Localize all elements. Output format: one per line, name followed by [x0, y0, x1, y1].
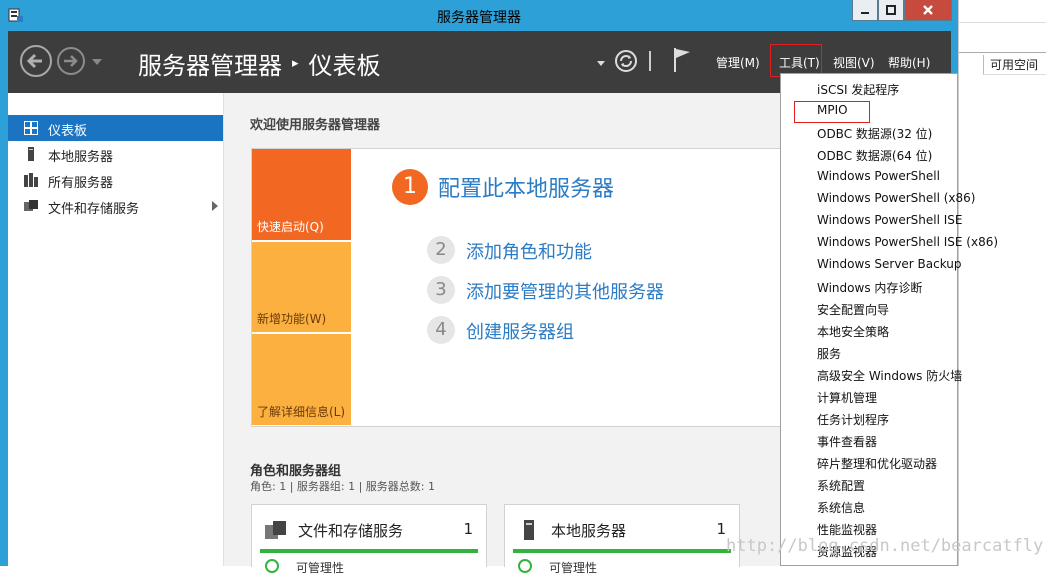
notification-dropdown-icon[interactable]	[597, 61, 605, 66]
menu-item-event-viewer[interactable]: 事件查看器	[817, 433, 877, 450]
menu-view[interactable]: 视图(V)	[833, 54, 875, 71]
step-link-add-roles[interactable]: 添加角色和功能	[466, 238, 592, 264]
status-bar	[260, 549, 478, 553]
forward-arrow-icon	[64, 55, 78, 67]
breadcrumb-root[interactable]: 服务器管理器	[138, 46, 282, 81]
menu-item-server-backup[interactable]: Windows Server Backup	[817, 257, 962, 271]
tile-learn-more[interactable]: 了解详细信息(L)	[252, 334, 351, 425]
menu-item-computer-management[interactable]: 计算机管理	[817, 389, 877, 406]
close-icon	[923, 5, 933, 15]
menu-item-powershell-ise[interactable]: Windows PowerShell ISE	[817, 213, 963, 227]
maximize-button[interactable]	[878, 0, 904, 21]
sidebar-item-label: 仪表板	[48, 124, 88, 139]
step-number-4: 4	[427, 316, 455, 344]
refresh-icon[interactable]	[614, 49, 638, 73]
card-count: 1	[716, 520, 726, 538]
storage-icon	[265, 521, 286, 539]
storage-icon	[24, 200, 38, 211]
close-button[interactable]	[904, 0, 952, 21]
card-status[interactable]: 可管理性	[549, 559, 597, 576]
card-title: 文件和存储服务	[298, 522, 404, 540]
title-bar[interactable]: 服务器管理器	[0, 0, 958, 31]
welcome-heading: 欢迎使用服务器管理器	[250, 118, 381, 133]
tile-whats-new[interactable]: 新增功能(W)	[252, 242, 351, 332]
card-title: 本地服务器	[551, 522, 627, 540]
roles-heading: 角色和服务器组	[250, 464, 342, 479]
history-dropdown-icon[interactable]	[92, 59, 102, 65]
step-link-add-servers[interactable]: 添加要管理的其他服务器	[466, 278, 664, 304]
menu-item-powershell-x86[interactable]: Windows PowerShell (x86)	[817, 191, 975, 205]
step-link-configure-local-server[interactable]: 配置此本地服务器	[438, 171, 614, 203]
divider	[959, 22, 1046, 23]
minimize-icon	[861, 12, 869, 14]
menu-item-odbc-32[interactable]: ODBC 数据源(32 位)	[817, 125, 932, 142]
menu-manage[interactable]: 管理(M)	[716, 54, 760, 71]
sidebar-item-label: 文件和存储服务	[48, 202, 140, 217]
server-icon	[28, 147, 34, 161]
menu-item-mpio[interactable]: MPIO	[817, 103, 848, 117]
sidebar-item-label: 所有服务器	[48, 176, 114, 191]
menu-item-odbc-64[interactable]: ODBC 数据源(64 位)	[817, 147, 932, 164]
step-number-3: 3	[427, 276, 455, 304]
role-card-local-server[interactable]: 本地服务器 1 可管理性	[504, 504, 740, 575]
maximize-icon	[886, 5, 896, 15]
menu-item-powershell[interactable]: Windows PowerShell	[817, 169, 940, 183]
menu-item-defragment[interactable]: 碎片整理和优化驱动器	[817, 455, 937, 472]
status-bar	[513, 549, 731, 553]
menu-help[interactable]: 帮助(H)	[888, 54, 930, 71]
role-card-file-storage[interactable]: 文件和存储服务 1 可管理性	[251, 504, 487, 575]
quick-start-panel: 快速启动(Q) 新增功能(W) 了解详细信息(L) 1 配置此本地服务器 2 添…	[251, 148, 781, 427]
menu-item-system-info[interactable]: 系统信息	[817, 499, 865, 516]
background-window: 可用空间	[958, 0, 1046, 566]
sidebar-item-local-server[interactable]: 本地服务器	[8, 141, 223, 167]
sidebar-item-dashboard[interactable]: 仪表板	[8, 115, 223, 141]
step-number-1: 1	[392, 169, 428, 205]
column-header-free-space[interactable]: 可用空间	[983, 55, 1046, 75]
menu-item-memory-diagnostic[interactable]: Windows 内存诊断	[817, 279, 922, 296]
tile-label: 新增功能(W)	[257, 312, 327, 326]
breadcrumb-separator-icon: ▸	[292, 56, 299, 71]
sidebar-item-all-servers[interactable]: 所有服务器	[8, 167, 223, 193]
sidebar-item-label: 本地服务器	[48, 150, 114, 165]
expand-arrow-icon[interactable]	[212, 201, 218, 211]
card-count: 1	[463, 520, 473, 538]
server-icon	[524, 520, 534, 540]
minimize-button[interactable]	[852, 0, 878, 21]
tile-label: 了解详细信息(L)	[257, 405, 346, 419]
menu-item-security-config-wizard[interactable]: 安全配置向导	[817, 301, 889, 318]
window-title: 服务器管理器	[437, 10, 521, 26]
window-controls	[852, 0, 952, 22]
servers-icon	[24, 173, 38, 187]
step-link-create-server-group[interactable]: 创建服务器组	[466, 318, 574, 344]
back-button[interactable]	[20, 45, 52, 77]
menu-item-iscsi-initiator[interactable]: iSCSI 发起程序	[817, 81, 899, 98]
divider	[959, 52, 1046, 53]
menu-item-firewall[interactable]: 高级安全 Windows 防火墙	[817, 367, 962, 384]
dashboard-icon	[24, 121, 38, 135]
menu-item-task-scheduler[interactable]: 任务计划程序	[817, 411, 889, 428]
back-arrow-icon	[26, 53, 42, 69]
step-number-2: 2	[427, 236, 455, 264]
card-status[interactable]: 可管理性	[296, 559, 344, 576]
tile-label: 快速启动(Q)	[257, 220, 324, 234]
page-title: 仪表板	[308, 52, 381, 80]
breadcrumb: 服务器管理器 ▸ 仪表板	[138, 46, 381, 81]
sidebar-item-file-storage[interactable]: 文件和存储服务	[8, 193, 223, 219]
watermark-text: http://blog.csdn.net/bearcatfly	[726, 536, 1044, 556]
menu-item-system-config[interactable]: 系统配置	[817, 477, 865, 494]
tile-quick-start[interactable]: 快速启动(Q)	[252, 149, 351, 240]
menu-item-local-security-policy[interactable]: 本地安全策略	[817, 323, 889, 340]
notifications-flag-icon[interactable]	[672, 47, 694, 73]
menu-item-services[interactable]: 服务	[817, 345, 841, 362]
menu-item-powershell-ise-x86[interactable]: Windows PowerShell ISE (x86)	[817, 235, 998, 249]
forward-button[interactable]	[57, 47, 85, 75]
status-ok-icon	[518, 559, 532, 573]
sidebar: 仪表板 本地服务器 所有服务器 文件和存储服务	[8, 93, 224, 566]
header-divider	[649, 51, 651, 71]
tools-dropdown-menu: iSCSI 发起程序 MPIO ODBC 数据源(32 位) ODBC 数据源(…	[780, 73, 998, 566]
roles-summary: 角色: 1 | 服务器组: 1 | 服务器总数: 1	[250, 480, 436, 493]
status-ok-icon	[265, 559, 279, 573]
